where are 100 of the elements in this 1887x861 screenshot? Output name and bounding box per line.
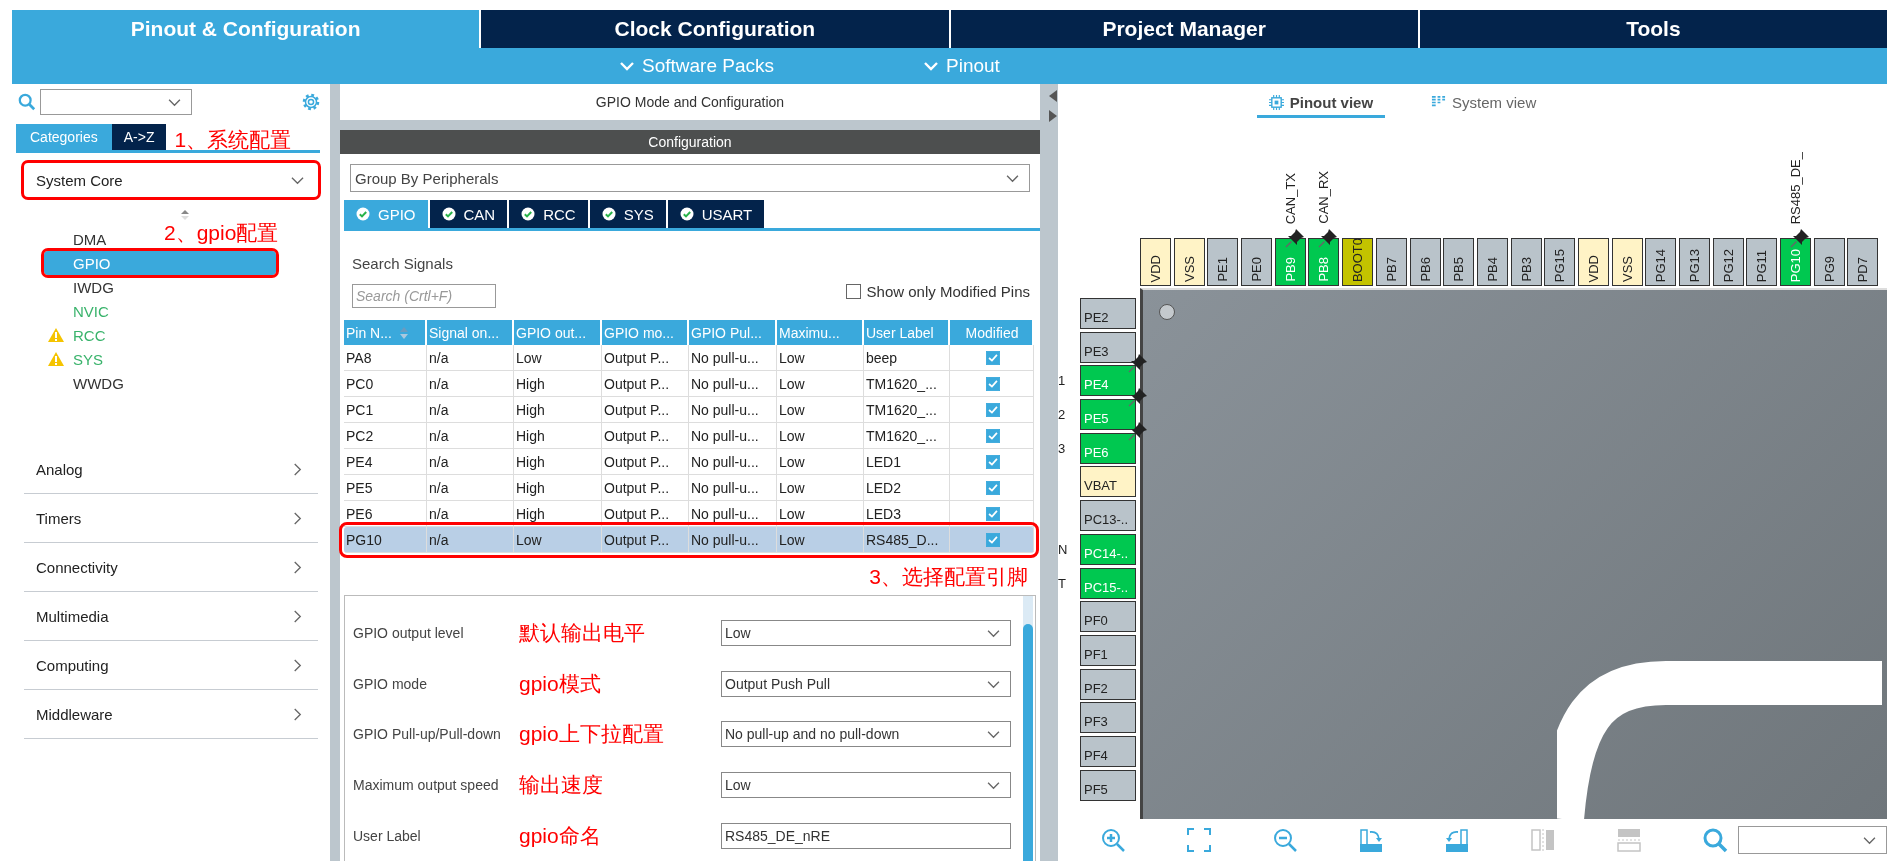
rotate-right-icon[interactable] [1358, 827, 1384, 853]
category-header[interactable]: Multimedia [24, 592, 318, 641]
pin[interactable]: VSS [1173, 238, 1205, 286]
category-header[interactable]: Connectivity [24, 543, 318, 592]
category-header[interactable]: Timers [24, 494, 318, 543]
checkbox[interactable] [985, 428, 1000, 443]
pin[interactable]: PB6 [1409, 238, 1441, 286]
peripheral-tab[interactable]: SYS [589, 200, 666, 228]
table-cell: PG10 [344, 527, 427, 552]
category-item[interactable]: WWDG [44, 371, 124, 395]
pin[interactable]: PB3 [1510, 238, 1542, 286]
checkbox[interactable] [985, 532, 1000, 547]
pin[interactable]: PG12 [1712, 238, 1744, 286]
category-header[interactable]: Middleware [24, 690, 318, 739]
checkbox[interactable] [985, 376, 1000, 391]
search-field[interactable]: Search (Crtl+F) [352, 284, 496, 308]
pin[interactable]: PF2 [1080, 668, 1136, 700]
pin[interactable]: PG9 [1813, 238, 1845, 286]
expand-arrow-icon[interactable] [1049, 110, 1057, 122]
table-row[interactable]: PE4 n/a High Output P... No pull-u... Low LED1 [344, 449, 1034, 475]
field-label: GPIO output level [353, 625, 465, 642]
table-row[interactable]: PC0 n/a High Output P... No pull-u... Low TM1620_... [344, 371, 1034, 397]
table-cell: High [514, 475, 602, 500]
table-row[interactable]: PE5 n/a High Output P... No pull-u... Low LED2 [344, 475, 1034, 501]
chevron-down-icon [168, 98, 181, 107]
pushpin-icon [1128, 387, 1148, 408]
table-cell: No pull-u... [689, 345, 777, 370]
dropdown-field[interactable]: Low [721, 620, 1011, 647]
panel-title: GPIO Mode and Configuration [340, 84, 1040, 120]
pin[interactable]: PE2 [1080, 298, 1136, 329]
category-header[interactable]: Analog [24, 445, 318, 494]
search-icon[interactable] [1702, 827, 1728, 853]
table-cell: n/a [427, 475, 514, 500]
pin[interactable]: PB7 [1375, 238, 1407, 286]
peripheral-tab[interactable]: RCC [509, 200, 588, 228]
pin[interactable]: PG11 [1746, 238, 1778, 286]
rotate-left-icon[interactable] [1444, 827, 1470, 853]
pin[interactable]: VDD [1140, 238, 1171, 286]
field-label: GPIO Pull-up/Pull-down [353, 726, 502, 743]
main-tab[interactable]: Project Manager [950, 10, 1418, 48]
collapse-arrow-icon[interactable] [1049, 90, 1057, 102]
pin[interactable]: PF0 [1080, 601, 1136, 633]
main-tab[interactable]: Clock Configuration [481, 10, 949, 48]
dropdown-field[interactable]: No pull-up and no pull-down [721, 721, 1011, 748]
table-row[interactable]: PA8 n/a Low Output P... No pull-u... Low beep [344, 345, 1034, 371]
chevron-right-icon [291, 560, 304, 574]
pin[interactable]: PE0 [1241, 238, 1273, 286]
dropdown-field[interactable]: Output Push Pull [721, 670, 1011, 697]
pin[interactable]: PF4 [1080, 735, 1136, 767]
pin[interactable]: PD7 [1847, 238, 1879, 286]
category-header[interactable]: System Core [24, 163, 318, 197]
pin[interactable]: PF3 [1080, 702, 1136, 734]
view-tab[interactable]: System view [1419, 94, 1549, 118]
pin[interactable]: PG13 [1679, 238, 1710, 286]
show-modified-checkbox[interactable]: Show only Modified Pins [845, 283, 1030, 300]
pin[interactable]: PF1 [1080, 634, 1136, 666]
search-dropdown[interactable] [40, 89, 192, 115]
table-row[interactable]: PC2 n/a High Output P... No pull-u... Low TM1620_... [344, 423, 1034, 449]
annotation-text: gpio模式 [518, 670, 602, 697]
pin[interactable]: PG15 [1544, 238, 1576, 286]
pin[interactable]: VBAT [1080, 466, 1136, 498]
pin[interactable]: VSS [1611, 238, 1643, 286]
settings-icon[interactable] [300, 91, 322, 113]
group-by-dropdown[interactable]: Group By Peripherals [350, 164, 1030, 192]
pin[interactable]: PB5 [1443, 238, 1475, 286]
dropdown-field[interactable]: Low [721, 772, 1011, 799]
scroll-up-icon[interactable] [180, 209, 190, 221]
pin[interactable]: PF5 [1080, 769, 1136, 801]
category-item[interactable]: IWDG [44, 275, 114, 299]
table-cell: Output P... [602, 345, 689, 370]
pin[interactable]: PB4 [1476, 238, 1508, 286]
main-tab[interactable]: Tools [1419, 10, 1887, 48]
field-label: GPIO mode [353, 675, 428, 692]
scrollbar-thumb[interactable] [1023, 624, 1033, 861]
peripheral-tab[interactable]: USART [667, 200, 765, 228]
pin[interactable]: PE3 [1080, 331, 1136, 363]
table-row[interactable]: PC1 n/a High Output P... No pull-u... Low TM1620_... [344, 397, 1034, 423]
peripheral-tab[interactable]: CAN [429, 200, 508, 228]
pin[interactable]: PC13-.. [1080, 500, 1136, 532]
pin[interactable]: BOOT0 [1342, 238, 1374, 286]
zoom-in-icon[interactable] [1100, 827, 1126, 853]
pin[interactable]: PG14 [1645, 238, 1677, 286]
input-field[interactable]: RS485_DE_nRE [721, 822, 1011, 849]
category-header[interactable]: Computing [24, 641, 318, 690]
pin[interactable]: PE1 [1207, 238, 1239, 286]
checkbox[interactable] [985, 402, 1000, 417]
view-tab[interactable]: Pinout view [1256, 94, 1386, 118]
checkbox[interactable] [985, 454, 1000, 469]
zoom-out-icon[interactable] [1272, 827, 1298, 853]
checkbox[interactable] [985, 480, 1000, 495]
pin[interactable]: VDD [1577, 238, 1609, 286]
pushpin-icon [1318, 228, 1339, 248]
checkbox[interactable] [985, 506, 1000, 521]
category-item[interactable]: DMA [44, 227, 107, 251]
fit-icon[interactable] [1186, 827, 1212, 853]
search-dropdown[interactable] [1738, 826, 1887, 854]
view-tab[interactable]: A->Z [111, 124, 167, 150]
checkbox[interactable] [985, 350, 1000, 365]
search-label: Search Signals [352, 255, 454, 272]
signal-label: 1 [1058, 373, 1067, 389]
